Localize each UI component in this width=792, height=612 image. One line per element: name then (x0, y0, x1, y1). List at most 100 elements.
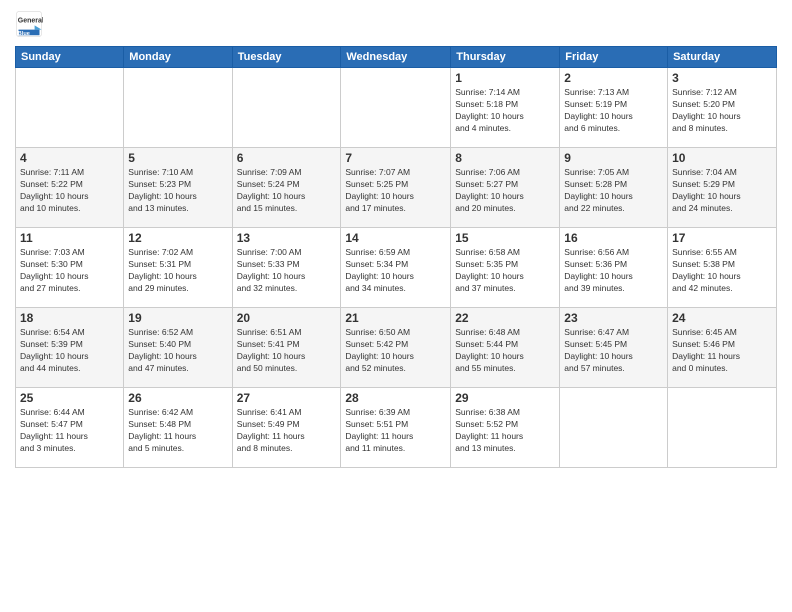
calendar-cell: 25 Sunrise: 6:44 AM Sunset: 5:47 PM Dayli… (16, 388, 124, 468)
day-number: 12 (128, 231, 227, 245)
day-number: 22 (455, 311, 555, 325)
day-info: Sunrise: 7:13 AM Sunset: 5:19 PM Dayligh… (564, 87, 663, 135)
day-number: 20 (237, 311, 337, 325)
day-info: Sunrise: 6:50 AM Sunset: 5:42 PM Dayligh… (345, 327, 446, 375)
calendar-cell: 2 Sunrise: 7:13 AM Sunset: 5:19 PM Daylig… (560, 68, 668, 148)
day-info: Sunrise: 6:51 AM Sunset: 5:41 PM Dayligh… (237, 327, 337, 375)
day-number: 18 (20, 311, 119, 325)
day-number: 24 (672, 311, 772, 325)
day-number: 27 (237, 391, 337, 405)
day-info: Sunrise: 7:05 AM Sunset: 5:28 PM Dayligh… (564, 167, 663, 215)
day-header-tuesday: Tuesday (232, 47, 341, 68)
calendar-cell: 21 Sunrise: 6:50 AM Sunset: 5:42 PM Dayli… (341, 308, 451, 388)
day-info: Sunrise: 6:38 AM Sunset: 5:52 PM Dayligh… (455, 407, 555, 455)
day-header-friday: Friday (560, 47, 668, 68)
day-number: 5 (128, 151, 227, 165)
calendar-cell: 23 Sunrise: 6:47 AM Sunset: 5:45 PM Dayli… (560, 308, 668, 388)
day-header-saturday: Saturday (668, 47, 777, 68)
calendar-cell: 26Sunrise: 6:42 AM Sunset: 5:48 PM Dayli… (124, 388, 232, 468)
calendar-week-4: 25 Sunrise: 6:44 AM Sunset: 5:47 PM Dayli… (16, 388, 777, 468)
day-number: 23 (564, 311, 663, 325)
calendar-cell (232, 68, 341, 148)
day-number: 21 (345, 311, 446, 325)
calendar-cell: 8 Sunrise: 7:06 AM Sunset: 5:27 PM Daylig… (451, 148, 560, 228)
main-container: General Blue SundayMondayTuesdayWednesda… (0, 0, 792, 473)
day-number: 10 (672, 151, 772, 165)
day-number: 2 (564, 71, 663, 85)
day-info: Sunrise: 6:45 AM Sunset: 5:46 PM Dayligh… (672, 327, 772, 375)
calendar-cell: 14Sunrise: 6:59 AM Sunset: 5:34 PM Dayli… (341, 228, 451, 308)
svg-text:Blue: Blue (18, 31, 30, 37)
logo-icon: General Blue (15, 10, 43, 38)
calendar-header-row: SundayMondayTuesdayWednesdayThursdayFrid… (16, 47, 777, 68)
day-info: Sunrise: 6:42 AM Sunset: 5:48 PM Dayligh… (128, 407, 227, 455)
calendar-cell: 29 Sunrise: 6:38 AM Sunset: 5:52 PM Dayli… (451, 388, 560, 468)
day-number: 15 (455, 231, 555, 245)
calendar-cell: 4Sunrise: 7:11 AM Sunset: 5:22 PM Daylig… (16, 148, 124, 228)
day-number: 28 (345, 391, 446, 405)
calendar-table: SundayMondayTuesdayWednesdayThursdayFrid… (15, 46, 777, 468)
calendar-cell: 3 Sunrise: 7:12 AM Sunset: 5:20 PM Daylig… (668, 68, 777, 148)
day-number: 9 (564, 151, 663, 165)
calendar-cell (560, 388, 668, 468)
day-info: Sunrise: 7:00 AM Sunset: 5:33 PM Dayligh… (237, 247, 337, 295)
day-info: Sunrise: 6:44 AM Sunset: 5:47 PM Dayligh… (20, 407, 119, 455)
day-header-thursday: Thursday (451, 47, 560, 68)
day-info: Sunrise: 7:14 AM Sunset: 5:18 PM Dayligh… (455, 87, 555, 135)
day-info: Sunrise: 6:58 AM Sunset: 5:35 PM Dayligh… (455, 247, 555, 295)
day-info: Sunrise: 7:04 AM Sunset: 5:29 PM Dayligh… (672, 167, 772, 215)
day-info: Sunrise: 6:56 AM Sunset: 5:36 PM Dayligh… (564, 247, 663, 295)
day-number: 11 (20, 231, 119, 245)
day-header-sunday: Sunday (16, 47, 124, 68)
day-number: 3 (672, 71, 772, 85)
header: General Blue (15, 10, 777, 38)
calendar-cell (124, 68, 232, 148)
day-info: Sunrise: 6:55 AM Sunset: 5:38 PM Dayligh… (672, 247, 772, 295)
logo: General Blue (15, 10, 47, 38)
calendar-cell: 17Sunrise: 6:55 AM Sunset: 5:38 PM Dayli… (668, 228, 777, 308)
calendar-cell: 7Sunrise: 7:07 AM Sunset: 5:25 PM Daylig… (341, 148, 451, 228)
day-info: Sunrise: 7:02 AM Sunset: 5:31 PM Dayligh… (128, 247, 227, 295)
day-info: Sunrise: 7:09 AM Sunset: 5:24 PM Dayligh… (237, 167, 337, 215)
day-number: 29 (455, 391, 555, 405)
calendar-cell: 27Sunrise: 6:41 AM Sunset: 5:49 PM Dayli… (232, 388, 341, 468)
calendar-cell: 10 Sunrise: 7:04 AM Sunset: 5:29 PM Dayli… (668, 148, 777, 228)
day-info: Sunrise: 6:48 AM Sunset: 5:44 PM Dayligh… (455, 327, 555, 375)
calendar-cell: 5 Sunrise: 7:10 AM Sunset: 5:23 PM Daylig… (124, 148, 232, 228)
day-number: 8 (455, 151, 555, 165)
day-info: Sunrise: 7:11 AM Sunset: 5:22 PM Dayligh… (20, 167, 119, 215)
calendar-cell (16, 68, 124, 148)
day-number: 16 (564, 231, 663, 245)
day-number: 25 (20, 391, 119, 405)
calendar-cell: 6 Sunrise: 7:09 AM Sunset: 5:24 PM Daylig… (232, 148, 341, 228)
day-info: Sunrise: 6:47 AM Sunset: 5:45 PM Dayligh… (564, 327, 663, 375)
day-header-monday: Monday (124, 47, 232, 68)
day-header-wednesday: Wednesday (341, 47, 451, 68)
day-info: Sunrise: 7:10 AM Sunset: 5:23 PM Dayligh… (128, 167, 227, 215)
day-info: Sunrise: 7:03 AM Sunset: 5:30 PM Dayligh… (20, 247, 119, 295)
svg-text:General: General (18, 18, 43, 25)
calendar-week-0: 1 Sunrise: 7:14 AM Sunset: 5:18 PM Daylig… (16, 68, 777, 148)
day-info: Sunrise: 7:12 AM Sunset: 5:20 PM Dayligh… (672, 87, 772, 135)
calendar-cell: 24 Sunrise: 6:45 AM Sunset: 5:46 PM Dayli… (668, 308, 777, 388)
day-number: 7 (345, 151, 446, 165)
calendar-week-2: 11 Sunrise: 7:03 AM Sunset: 5:30 PM Dayli… (16, 228, 777, 308)
day-info: Sunrise: 6:52 AM Sunset: 5:40 PM Dayligh… (128, 327, 227, 375)
calendar-cell: 1 Sunrise: 7:14 AM Sunset: 5:18 PM Daylig… (451, 68, 560, 148)
calendar-week-3: 18Sunrise: 6:54 AM Sunset: 5:39 PM Dayli… (16, 308, 777, 388)
day-number: 1 (455, 71, 555, 85)
calendar-cell: 20 Sunrise: 6:51 AM Sunset: 5:41 PM Dayli… (232, 308, 341, 388)
calendar-cell: 19Sunrise: 6:52 AM Sunset: 5:40 PM Dayli… (124, 308, 232, 388)
day-info: Sunrise: 6:39 AM Sunset: 5:51 PM Dayligh… (345, 407, 446, 455)
calendar-cell: 15 Sunrise: 6:58 AM Sunset: 5:35 PM Dayli… (451, 228, 560, 308)
day-number: 6 (237, 151, 337, 165)
day-info: Sunrise: 7:06 AM Sunset: 5:27 PM Dayligh… (455, 167, 555, 215)
day-number: 14 (345, 231, 446, 245)
day-number: 13 (237, 231, 337, 245)
calendar-cell: 11 Sunrise: 7:03 AM Sunset: 5:30 PM Dayli… (16, 228, 124, 308)
calendar-cell: 18Sunrise: 6:54 AM Sunset: 5:39 PM Dayli… (16, 308, 124, 388)
calendar-cell: 16 Sunrise: 6:56 AM Sunset: 5:36 PM Dayli… (560, 228, 668, 308)
calendar-cell: 9 Sunrise: 7:05 AM Sunset: 5:28 PM Daylig… (560, 148, 668, 228)
calendar-cell: 22 Sunrise: 6:48 AM Sunset: 5:44 PM Dayli… (451, 308, 560, 388)
calendar-week-1: 4Sunrise: 7:11 AM Sunset: 5:22 PM Daylig… (16, 148, 777, 228)
